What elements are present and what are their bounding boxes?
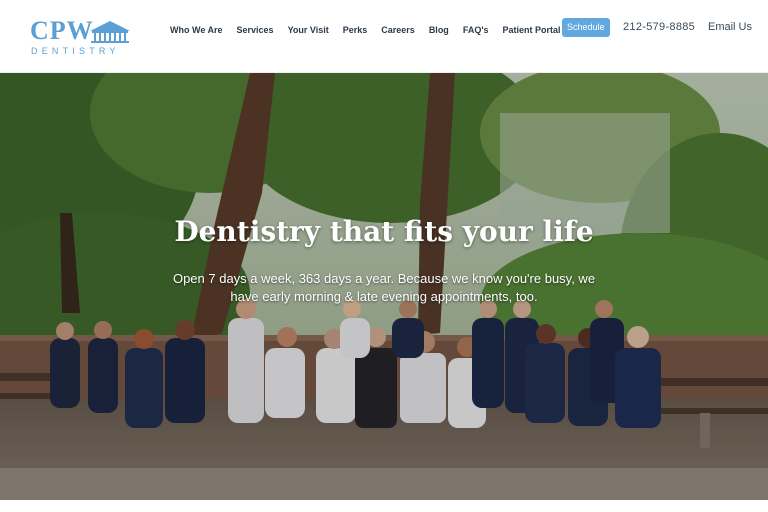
main-nav: Who We Are Services Your Visit Perks Car… (170, 24, 574, 36)
phone-link[interactable]: 212-579-8885 (623, 20, 695, 34)
nav-item-your-visit[interactable]: Your Visit (288, 24, 329, 36)
nav-item-patient-portal[interactable]: Patient Portal (502, 24, 560, 36)
nav-item-faqs[interactable]: FAQ's (463, 24, 489, 36)
nav-item-blog[interactable]: Blog (429, 24, 449, 36)
page-below-fold (0, 500, 768, 512)
email-link[interactable]: Email Us (708, 20, 752, 34)
nav-item-perks[interactable]: Perks (343, 24, 368, 36)
cpw-logo[interactable]: CPW DENTISTRY (30, 18, 132, 58)
site-header: CPW DENTISTRY Who We Are Services Your V… (0, 0, 768, 73)
nav-item-who-we-are[interactable]: Who We Are (170, 24, 223, 36)
hero-title: Dentistry that fits your life (174, 215, 594, 248)
hero-section: Dentistry that fits your life Open 7 day… (0, 73, 768, 500)
schedule-button[interactable]: Schedule (562, 18, 610, 37)
nav-item-careers[interactable]: Careers (381, 24, 415, 36)
building-icon (90, 21, 130, 43)
logo-wordmark: CPW (30, 16, 94, 45)
hero-subtitle: Open 7 days a week, 363 days a year. Bec… (172, 271, 596, 304)
nav-item-services[interactable]: Services (237, 24, 274, 36)
logo-subtitle: DENTISTRY (31, 46, 120, 56)
